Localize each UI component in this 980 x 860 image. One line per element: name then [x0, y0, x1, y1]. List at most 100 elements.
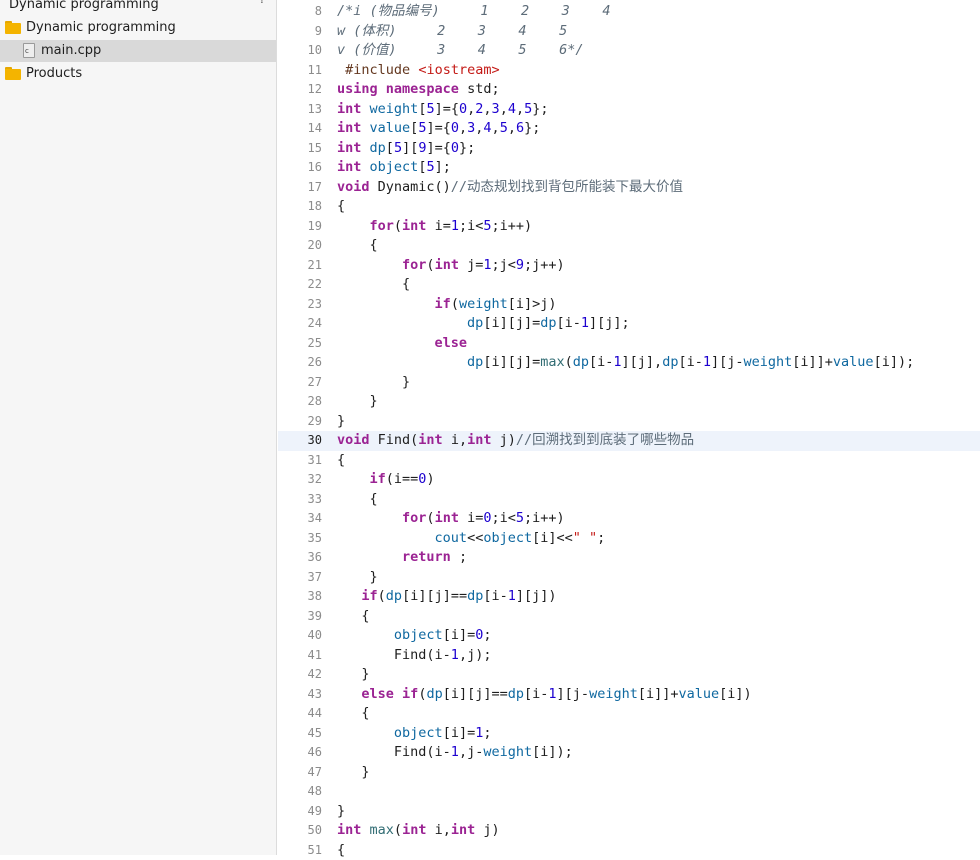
code-line[interactable]: 12using namespace std;	[278, 80, 980, 100]
code-line[interactable]: 41 Find(i-1,j);	[278, 646, 980, 666]
code-line[interactable]: 26 dp[i][j]=max(dp[i-1][j],dp[i-1][j-wei…	[278, 353, 980, 373]
code-line[interactable]: 22 {	[278, 275, 980, 295]
code-line[interactable]: 36 return ;	[278, 548, 980, 568]
line-number: 8	[278, 4, 322, 18]
code-text[interactable]: else if(dp[i][j]==dp[i-1][j-weight[i]]+v…	[337, 685, 752, 705]
code-text[interactable]: w (体积) 2 3 4 5	[337, 22, 567, 42]
code-text[interactable]: int object[5];	[337, 158, 451, 178]
code-line[interactable]: 51{	[278, 841, 980, 860]
code-text[interactable]: v (价值) 3 4 5 6*/	[337, 41, 583, 61]
code-text[interactable]: return ;	[337, 548, 467, 568]
code-text[interactable]: }	[337, 802, 345, 822]
code-line[interactable]: 19 for(int i=1;i<5;i++)	[278, 217, 980, 237]
code-line[interactable]: 29}	[278, 412, 980, 432]
navigator-group-dynamic-programming[interactable]: Dynamic programming	[0, 17, 276, 39]
code-text[interactable]: int weight[5]={0,2,3,4,5};	[337, 100, 549, 120]
code-line[interactable]: 43 else if(dp[i][j]==dp[i-1][j-weight[i]…	[278, 685, 980, 705]
code-text[interactable]: int max(int i,int j)	[337, 821, 500, 841]
code-line[interactable]: 37 }	[278, 568, 980, 588]
code-line[interactable]: 24 dp[i][j]=dp[i-1][j];	[278, 314, 980, 334]
code-text[interactable]: Find(i-1,j);	[337, 646, 491, 666]
code-line[interactable]: 39 {	[278, 607, 980, 627]
code-line[interactable]: 11 #include <iostream>	[278, 61, 980, 81]
line-number: 9	[278, 24, 322, 38]
navigator-project-row[interactable]: Dynamic programming ?	[0, 0, 276, 16]
code-line[interactable]: 47 }	[278, 763, 980, 783]
code-text[interactable]: Find(i-1,j-weight[i]);	[337, 743, 573, 763]
code-text[interactable]: void Dynamic()//动态规划找到背包所能装下最大价值	[337, 178, 683, 198]
code-line[interactable]: 35 cout<<object[i]<<" ";	[278, 529, 980, 549]
code-line[interactable]: 38 if(dp[i][j]==dp[i-1][j])	[278, 587, 980, 607]
code-text[interactable]: /*i (物品编号) 1 2 3 4	[337, 2, 610, 22]
code-line[interactable]: 21 for(int j=1;j<9;j++)	[278, 256, 980, 276]
code-line[interactable]: 27 }	[278, 373, 980, 393]
code-text[interactable]: {	[337, 607, 370, 627]
project-name: Dynamic programming	[9, 0, 159, 12]
code-text[interactable]: {	[337, 236, 378, 256]
code-line[interactable]: 45 object[i]=1;	[278, 724, 980, 744]
code-line[interactable]: 40 object[i]=0;	[278, 626, 980, 646]
code-line[interactable]: 33 {	[278, 490, 980, 510]
code-text[interactable]: if(dp[i][j]==dp[i-1][j])	[337, 587, 557, 607]
code-line[interactable]: 32 if(i==0)	[278, 470, 980, 490]
code-line[interactable]: 25 else	[278, 334, 980, 354]
code-line[interactable]: 28 }	[278, 392, 980, 412]
code-text[interactable]: {	[337, 197, 345, 217]
code-text[interactable]: void Find(int i,int j)//回溯找到到底装了哪些物品	[337, 431, 694, 451]
code-text[interactable]: }	[337, 392, 378, 412]
code-line[interactable]: 14int value[5]={0,3,4,5,6};	[278, 119, 980, 139]
code-text[interactable]: }	[337, 763, 370, 783]
code-line[interactable]: 15int dp[5][9]={0};	[278, 139, 980, 159]
code-text[interactable]: int dp[5][9]={0};	[337, 139, 475, 159]
source-editor[interactable]: 8 /*i (物品编号) 1 2 3 4 9 w (体积) 2 3 4 510v (价…	[278, 0, 980, 855]
code-text[interactable]: }	[337, 665, 370, 685]
code-text[interactable]: if(i==0)	[337, 470, 435, 490]
code-line[interactable]: 49}	[278, 802, 980, 822]
code-line[interactable]: 13int weight[5]={0,2,3,4,5};	[278, 100, 980, 120]
code-text[interactable]: int value[5]={0,3,4,5,6};	[337, 119, 540, 139]
code-text[interactable]: {	[337, 451, 345, 471]
code-text[interactable]: {	[337, 275, 410, 295]
code-text[interactable]: for(int j=1;j<9;j++)	[337, 256, 565, 276]
code-text[interactable]: }	[337, 373, 410, 393]
code-text[interactable]: #include <iostream>	[337, 61, 500, 81]
code-line[interactable]: 44 {	[278, 704, 980, 724]
code-text[interactable]: else	[337, 334, 467, 354]
code-text[interactable]: {	[337, 490, 378, 510]
code-text[interactable]: for(int i=0;i<5;i++)	[337, 509, 565, 529]
code-line[interactable]: 34 for(int i=0;i<5;i++)	[278, 509, 980, 529]
line-number: 42	[278, 667, 322, 681]
code-text[interactable]: {	[337, 841, 345, 860]
code-line[interactable]: 8 /*i (物品编号) 1 2 3 4	[278, 2, 980, 22]
line-number: 18	[278, 199, 322, 213]
code-line[interactable]: 9 w (体积) 2 3 4 5	[278, 22, 980, 42]
code-text[interactable]: object[i]=1;	[337, 724, 491, 744]
code-line[interactable]: 18 {	[278, 197, 980, 217]
code-text[interactable]: using namespace std;	[337, 80, 500, 100]
code-line[interactable]: 10v (价值) 3 4 5 6*/	[278, 41, 980, 61]
code-text[interactable]: object[i]=0;	[337, 626, 491, 646]
code-line[interactable]: 23 if(weight[i]>j)	[278, 295, 980, 315]
code-text[interactable]: cout<<object[i]<<" ";	[337, 529, 605, 549]
code-line[interactable]: 17void Dynamic()//动态规划找到背包所能装下最大价值	[278, 178, 980, 198]
code-text[interactable]: if(weight[i]>j)	[337, 295, 557, 315]
code-line[interactable]: 50int max(int i,int j)	[278, 821, 980, 841]
code-text[interactable]: }	[337, 412, 345, 432]
navigator-group-products[interactable]: Products	[0, 63, 276, 85]
code-text[interactable]: for(int i=1;i<5;i++)	[337, 217, 532, 237]
code-text[interactable]: dp[i][j]=max(dp[i-1][j],dp[i-1][j-weight…	[337, 353, 914, 373]
code-line[interactable]: 30void Find(int i,int j)//回溯找到到底装了哪些物品	[278, 431, 980, 451]
code-text[interactable]: {	[337, 704, 370, 724]
code-line[interactable]: 48	[278, 782, 980, 802]
line-number: 25	[278, 336, 322, 350]
code-line[interactable]: 31{	[278, 451, 980, 471]
navigator-file-main-cpp[interactable]: c main.cpp	[0, 40, 276, 62]
code-line[interactable]: 42 }	[278, 665, 980, 685]
line-number: 48	[278, 784, 322, 798]
code-text[interactable]: }	[337, 568, 378, 588]
code-line[interactable]: 46 Find(i-1,j-weight[i]);	[278, 743, 980, 763]
code-text[interactable]: dp[i][j]=dp[i-1][j];	[337, 314, 630, 334]
help-icon[interactable]: ?	[259, 0, 265, 6]
code-line[interactable]: 16int object[5];	[278, 158, 980, 178]
code-line[interactable]: 20 {	[278, 236, 980, 256]
